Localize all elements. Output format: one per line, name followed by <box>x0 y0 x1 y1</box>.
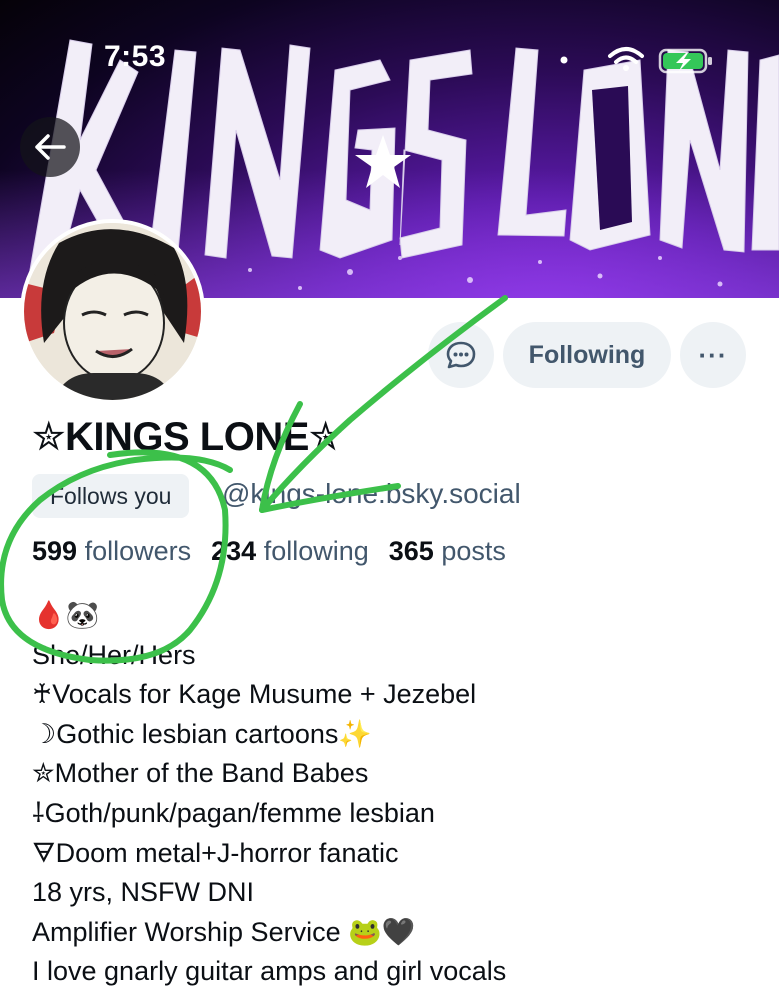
back-arrow-icon <box>35 134 66 160</box>
bio-line: I love gnarly guitar amps and girl vocal… <box>32 956 507 987</box>
bio-line: Amplifier Worship Service 🐸🖤 <box>32 916 416 947</box>
following-label: following <box>263 536 369 566</box>
message-button[interactable] <box>428 322 494 388</box>
bio-line: 18 yrs, NSFW DNI <box>32 877 255 908</box>
avatar[interactable] <box>20 219 205 404</box>
avatar-illustration <box>24 223 201 400</box>
followers-count: 599 <box>32 536 78 566</box>
follows-you-badge: Follows you <box>32 474 190 518</box>
bio-line: 🩸🐼 <box>32 600 100 630</box>
following-count: 234 <box>211 536 257 566</box>
back-button[interactable] <box>20 117 80 177</box>
bio-line: ♰Vocals for Kage Musume + Jezebel <box>32 679 477 710</box>
status-time: 7:53 <box>104 40 167 73</box>
bio-line: ☽Gothic lesbian cartoons✨ <box>32 718 372 749</box>
profile-stats: 599 followers 234 following 365 posts <box>32 536 506 567</box>
following-stat[interactable]: 234 following <box>211 536 369 567</box>
posts-count: 365 <box>388 536 434 566</box>
handle: @kings-lone.bsky.social <box>222 478 521 509</box>
posts-label: posts <box>441 536 506 566</box>
followers-label: followers <box>84 536 192 566</box>
following-button[interactable]: Following <box>503 322 671 388</box>
bio-line: 🜃Doom metal+J-horror fanatic <box>32 837 399 868</box>
bio-line: She/Her/Hers <box>32 639 196 670</box>
more-options-button[interactable]: ··· <box>680 322 746 388</box>
battery-charging-icon <box>658 48 712 74</box>
chat-bubble-icon <box>446 341 476 369</box>
bio-line: ✮Mother of the Band Babes <box>32 758 369 789</box>
signal-icon <box>560 56 568 64</box>
wifi-icon <box>608 47 644 71</box>
followers-stat[interactable]: 599 followers <box>32 536 191 567</box>
display-name: ✮KINGS LONE✮ <box>32 415 342 459</box>
status-icons <box>560 47 712 74</box>
bio-line: ⸸Goth/punk/pagan/femme lesbian <box>32 797 435 828</box>
bio: 🩸🐼 She/Her/Hers ♰Vocals for Kage Musume … <box>32 596 506 992</box>
posts-stat: 365 posts <box>389 536 506 567</box>
